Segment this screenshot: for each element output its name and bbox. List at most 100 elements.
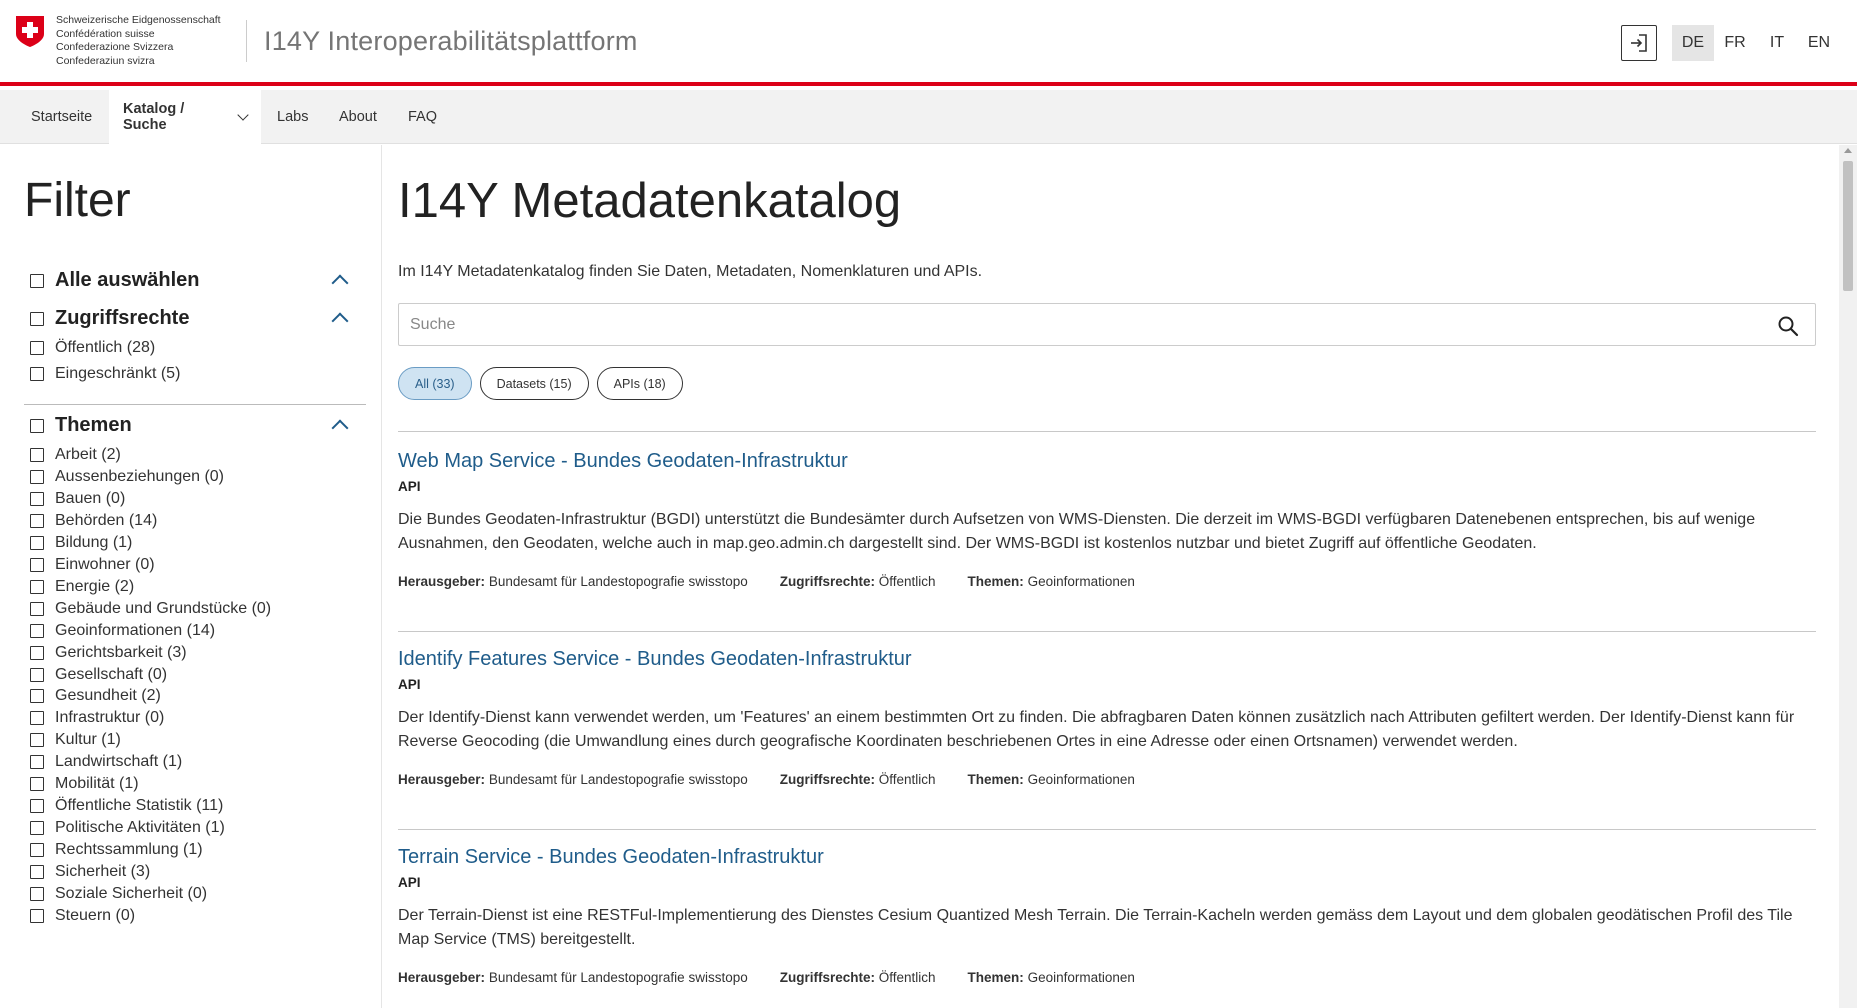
checkbox[interactable]: [30, 601, 44, 616]
checkbox[interactable]: [30, 711, 44, 726]
meta-value: Öffentlich: [878, 970, 936, 985]
select-all-label: Alle auswählen: [55, 269, 200, 291]
filter-option[interactable]: Sicherheit (3): [30, 863, 150, 881]
checkbox[interactable]: [30, 908, 44, 923]
meta-access: Zugriffsrechte: Öffentlich: [780, 970, 936, 985]
section-divider: [24, 404, 366, 405]
filter-option[interactable]: Gerichtsbarkeit (3): [30, 644, 187, 662]
checkbox[interactable]: [30, 777, 44, 792]
checkbox[interactable]: [30, 448, 44, 462]
checkbox[interactable]: [30, 557, 44, 572]
checkbox[interactable]: [30, 689, 44, 704]
meta-key: Herausgeber:: [398, 574, 486, 589]
filter-option[interactable]: Aussenbeziehungen (0): [30, 468, 224, 486]
checkbox[interactable]: [30, 799, 44, 814]
lang-en[interactable]: EN: [1798, 25, 1840, 61]
list-divider: [398, 631, 1816, 632]
filter-option[interactable]: Energie (2): [30, 578, 134, 596]
filter-option[interactable]: Öffentlich (28): [30, 339, 155, 357]
checkbox[interactable]: [30, 821, 44, 836]
checkbox[interactable]: [30, 418, 44, 433]
filter-option[interactable]: Landwirtschaft (1): [30, 753, 182, 771]
result-item: Terrain Service - Bundes Geodaten-Infras…: [398, 846, 1816, 985]
swiss-confederation-logo[interactable]: Schweizerische Eidgenossenschaft Confédé…: [14, 14, 221, 68]
filter-option[interactable]: Behörden (14): [30, 512, 157, 530]
site-title[interactable]: I14Y Interoperabilitätsplattform: [264, 26, 638, 57]
filter-option-label: Rechtssammlung (1): [55, 841, 203, 859]
lang-it[interactable]: IT: [1756, 25, 1798, 61]
lang-fr[interactable]: FR: [1714, 25, 1756, 61]
result-title-link[interactable]: Identify Features Service - Bundes Geoda…: [398, 648, 912, 671]
filter-option[interactable]: Eingeschränkt (5): [30, 365, 180, 383]
checkbox[interactable]: [30, 273, 44, 288]
filter-option[interactable]: Gebäude und Grundstücke (0): [30, 600, 271, 618]
page-scrollbar[interactable]: [1839, 145, 1857, 1008]
list-divider: [398, 829, 1816, 830]
nav-label: Katalog / Suche: [123, 101, 185, 133]
nav-label: Startseite: [31, 109, 93, 125]
nav-faq[interactable]: FAQ: [394, 90, 451, 144]
checkbox[interactable]: [30, 367, 44, 381]
checkbox[interactable]: [30, 311, 44, 326]
checkbox[interactable]: [30, 865, 44, 880]
filter-option[interactable]: Bildung (1): [30, 534, 132, 552]
intro-text: Im I14Y Metadatenkatalog finden Sie Date…: [398, 263, 983, 280]
filter-option[interactable]: Politische Aktivitäten (1): [30, 819, 225, 837]
checkbox[interactable]: [30, 341, 44, 355]
nav-about[interactable]: About: [325, 90, 391, 144]
nav-label: About: [339, 109, 377, 125]
scrollbar-thumb[interactable]: [1843, 161, 1853, 291]
lang-de[interactable]: DE: [1672, 25, 1714, 61]
checkbox[interactable]: [30, 469, 44, 484]
themes-group-checkbox[interactable]: Themen: [30, 414, 132, 437]
filter-option[interactable]: Einwohner (0): [30, 556, 155, 574]
checkbox[interactable]: [30, 755, 44, 770]
checkbox[interactable]: [30, 513, 44, 528]
result-title-link[interactable]: Web Map Service - Bundes Geodaten-Infras…: [398, 450, 848, 473]
chevron-up-icon[interactable]: [331, 312, 349, 330]
checkbox[interactable]: [30, 843, 44, 858]
search-icon[interactable]: [1777, 315, 1799, 337]
checkbox[interactable]: [30, 535, 44, 550]
checkbox[interactable]: [30, 645, 44, 660]
filter-option[interactable]: Öffentliche Statistik (11): [30, 797, 223, 815]
checkbox[interactable]: [30, 667, 44, 682]
login-button[interactable]: [1621, 25, 1657, 61]
filter-option[interactable]: Gesellschaft (0): [30, 666, 167, 684]
filter-option-label: Kultur (1): [55, 731, 121, 749]
filter-option[interactable]: Rechtssammlung (1): [30, 841, 203, 859]
nav-startseite[interactable]: Startseite: [17, 90, 106, 144]
filter-option-label: Gesellschaft (0): [55, 665, 168, 683]
filter-option[interactable]: Arbeit (2): [30, 446, 121, 464]
chevron-up-icon[interactable]: [331, 274, 349, 292]
result-meta: Herausgeber: Bundesamt für Landestopogra…: [398, 574, 1816, 589]
result-type: API: [398, 875, 421, 890]
chip-datasets[interactable]: Datasets (15): [479, 367, 589, 400]
access-group-checkbox[interactable]: Zugriffsrechte: [30, 307, 189, 330]
filter-option[interactable]: Infrastruktur (0): [30, 709, 164, 727]
chip-apis[interactable]: APIs (18): [596, 367, 683, 400]
select-all-checkbox[interactable]: Alle auswählen: [30, 269, 200, 292]
result-title-link[interactable]: Terrain Service - Bundes Geodaten-Infras…: [398, 846, 824, 869]
filter-option[interactable]: Kultur (1): [30, 731, 121, 749]
checkbox[interactable]: [30, 887, 44, 901]
chevron-up-icon[interactable]: [331, 419, 349, 437]
chevron-down-icon: [237, 108, 249, 121]
filter-option[interactable]: Soziale Sicherheit (0): [30, 885, 207, 903]
filter-option-label: Sicherheit (3): [55, 863, 151, 881]
filter-option[interactable]: Gesundheit (2): [30, 687, 161, 705]
scroll-up-arrow-icon[interactable]: [1844, 148, 1852, 153]
checkbox[interactable]: [30, 579, 44, 594]
chip-all[interactable]: All (33): [398, 367, 472, 400]
checkbox[interactable]: [30, 733, 44, 748]
search-input[interactable]: [410, 304, 1750, 345]
filter-option-label: Steuern (0): [55, 906, 136, 924]
filter-option[interactable]: Bauen (0): [30, 490, 125, 508]
filter-option[interactable]: Geoinformationen (14): [30, 622, 215, 640]
checkbox[interactable]: [30, 623, 44, 638]
nav-katalog-suche[interactable]: Katalog / Suche: [109, 90, 261, 144]
filter-option[interactable]: Steuern (0): [30, 907, 135, 925]
nav-labs[interactable]: Labs: [263, 90, 322, 144]
filter-option[interactable]: Mobilität (1): [30, 775, 139, 793]
checkbox[interactable]: [30, 491, 44, 506]
